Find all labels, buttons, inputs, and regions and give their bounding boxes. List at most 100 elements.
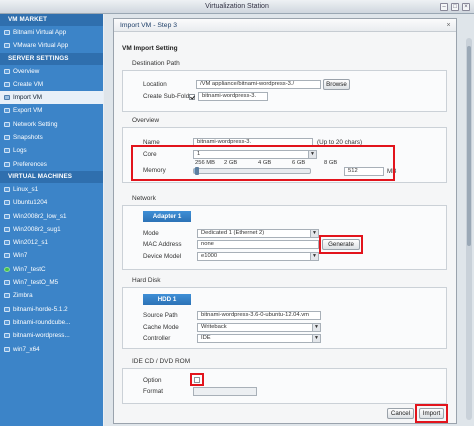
generate-button[interactable]: Generate <box>322 239 360 250</box>
device-model-select[interactable]: e1000 ▼ <box>197 252 319 261</box>
sidebar-item[interactable]: Win7 <box>0 249 103 262</box>
sidebar-item[interactable]: Win7_testC <box>0 263 103 276</box>
sidebar-item-label: Win2012_s1 <box>13 239 49 247</box>
sidebar-item-label: Win7 <box>13 252 28 260</box>
sidebar-item[interactable]: bitnami-horde-5.1.2 <box>0 303 103 316</box>
vm-icon <box>4 293 10 299</box>
maximize-icon[interactable]: □ <box>451 3 459 11</box>
sidebar-item[interactable]: Win2008r2_sug1 <box>0 223 103 236</box>
mode-select[interactable]: Dedicated 1 (Ethernet 2) ▼ <box>197 229 319 238</box>
sidebar-item-label: bitnami-horde-5.1.2 <box>13 305 68 313</box>
sidebar-item-label: Win2008r2_sug1 <box>13 225 61 233</box>
sidebar-item[interactable]: win7_x64 <box>0 343 103 356</box>
vm-icon <box>4 253 10 259</box>
memory-label: Memory <box>143 167 166 174</box>
memory-tick: 2 GB <box>224 160 238 166</box>
name-input[interactable]: bitnami-wordpress-3. <box>193 138 313 147</box>
sidebar-item[interactable]: Import VM <box>0 91 103 105</box>
memory-tick: 8 GB <box>324 160 338 166</box>
sidebar-item[interactable]: Win2008r2_low_s1 <box>0 210 103 223</box>
sidebar-item[interactable]: Create VM <box>0 78 103 91</box>
sidebar-item[interactable]: Zimbra <box>0 289 103 302</box>
sidebar-item[interactable]: Logs <box>0 144 103 157</box>
memory-unit: MB <box>387 168 397 175</box>
sidebar-item-label: Zimbra <box>13 292 33 300</box>
sidebar-item[interactable]: Bitnami Virtual App <box>0 26 103 39</box>
chevron-down-icon: ▼ <box>310 230 318 237</box>
vm-icon <box>4 306 10 312</box>
window-title: Virtualization Station <box>205 3 269 10</box>
source-path-label: Source Path <box>143 312 178 319</box>
cdrom-section-label: IDE CD / DVD ROM <box>132 358 191 365</box>
sidebar-item[interactable]: bitnami-roundcube... <box>0 316 103 329</box>
sidebar-item[interactable]: Linux_s1 <box>0 183 103 196</box>
dialog-close-icon[interactable]: × <box>445 22 452 29</box>
mac-address-input[interactable]: none <box>197 240 319 249</box>
tab-adapter-1[interactable]: Adapter 1 <box>143 211 191 222</box>
minimize-icon[interactable]: – <box>440 3 448 11</box>
scrollbar-thumb[interactable] <box>467 46 471 246</box>
format-input[interactable] <box>193 387 257 396</box>
network-section-label: Network <box>132 195 156 202</box>
sidebar-item[interactable]: Ubuntu1204 <box>0 196 103 209</box>
sidebar-item-label: VMware Virtual App <box>13 42 69 50</box>
cache-mode-label: Cache Mode <box>143 324 179 331</box>
create-subfolder-checkbox[interactable] <box>189 94 195 100</box>
memory-tick: 6 GB <box>292 160 306 166</box>
mode-select-value: Dedicated 1 (Ethernet 2) <box>201 230 265 236</box>
sidebar-item[interactable]: Win7_testO_M5 <box>0 276 103 289</box>
memory-input[interactable]: 512 <box>344 167 384 176</box>
sidebar-section-title: VIRTUAL MACHINES <box>0 170 103 183</box>
vm-icon <box>4 280 10 286</box>
sidebar-item[interactable]: Overview <box>0 65 103 78</box>
sidebar-item[interactable]: Preferences <box>0 158 103 171</box>
vm-icon <box>4 30 10 35</box>
cache-mode-select-value: Writeback <box>201 324 227 330</box>
subfolder-input[interactable]: bitnami-wordpress-3. <box>198 92 268 101</box>
tab-hdd-1[interactable]: HDD 1 <box>143 294 191 305</box>
cancel-button[interactable]: Cancel <box>387 408 414 419</box>
device-model-select-value: e1000 <box>201 253 218 259</box>
name-label: Name <box>143 139 160 146</box>
sidebar-item[interactable]: Win2012_s1 <box>0 236 103 249</box>
sidebar-item-label: Network Setting <box>13 120 58 128</box>
chevron-down-icon: ▼ <box>312 324 320 331</box>
sidebar-item[interactable]: Export VM <box>0 104 103 117</box>
sidebar-item[interactable]: Snapshots <box>0 131 103 144</box>
sidebar-item-label: bitnami-wordpress... <box>13 332 70 340</box>
sidebar-item-label: Win7_testC <box>13 265 46 273</box>
sidebar-item-label: Win7_testO_M5 <box>13 279 59 287</box>
option-checkbox[interactable] <box>194 377 200 383</box>
location-input[interactable]: /VM appliance/bitnami-wordpress-3./ <box>196 80 321 89</box>
sidebar-item[interactable]: bitnami-wordpress... <box>0 329 103 342</box>
cache-mode-select[interactable]: Writeback ▼ <box>197 323 321 332</box>
running-vm-icon <box>4 266 10 272</box>
sidebar-item-label: win7_x64 <box>13 345 40 353</box>
memory-slider-handle[interactable] <box>195 167 199 175</box>
sidebar-item-label: Preferences <box>13 160 47 168</box>
sidebar-section-title: SERVER SETTINGS <box>0 52 103 65</box>
mac-address-label: MAC Address <box>143 241 182 248</box>
import-button[interactable]: Import <box>419 408 444 419</box>
vm-icon <box>4 43 10 49</box>
controller-label: Controller <box>143 335 171 342</box>
chevron-down-icon: ▼ <box>310 253 318 260</box>
close-icon[interactable]: × <box>462 3 470 11</box>
browse-button[interactable]: Browse <box>323 79 350 90</box>
vm-icon <box>4 319 10 325</box>
sidebar-item-label: Export VM <box>13 107 43 115</box>
sidebar-item[interactable]: VMware Virtual App <box>0 39 103 52</box>
controller-select[interactable]: IDE ▼ <box>197 334 321 343</box>
sidebar-item-label: Logs <box>13 147 27 155</box>
vm-icon <box>4 135 10 141</box>
memory-slider[interactable] <box>193 167 311 175</box>
sidebar-item[interactable]: Network Setting <box>0 118 103 131</box>
dialog-heading: VM Import Setting <box>122 45 178 52</box>
vm-icon <box>4 200 10 206</box>
source-path-input[interactable]: bitnami-wordpress-3.6-0-ubuntu-12.04.vm <box>197 311 321 320</box>
vm-icon <box>4 81 10 87</box>
core-select[interactable]: 1 ▼ <box>193 150 317 159</box>
sidebar-item-label: Bitnami Virtual App <box>13 29 67 36</box>
scrollbar[interactable] <box>466 38 472 420</box>
sidebar-item-label: bitnami-roundcube... <box>13 318 71 326</box>
